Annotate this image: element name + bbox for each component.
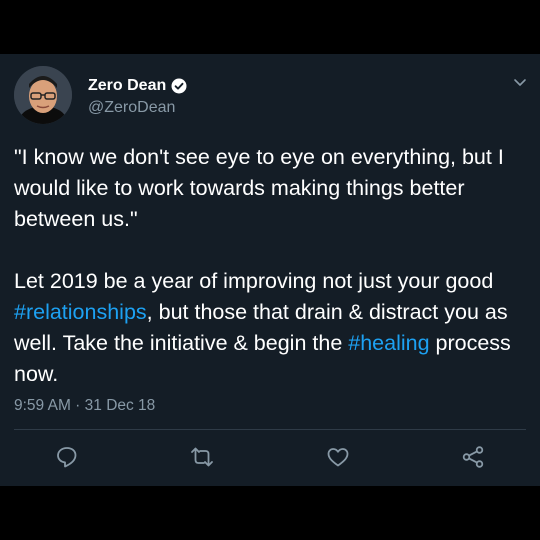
tweet-text-segment: Let 2019 be a year of improving not just…	[14, 269, 494, 293]
tweet-paragraph: Let 2019 be a year of improving not just…	[14, 266, 529, 390]
tweet-text-segment: "I know we don't see eye to eye on every…	[14, 145, 504, 231]
author-name-row[interactable]: Zero Dean	[88, 77, 187, 95]
hashtag-link[interactable]: #relationships	[14, 300, 147, 324]
verified-badge-icon	[171, 78, 187, 94]
author-name[interactable]: Zero Dean	[88, 77, 166, 95]
tweet-paragraph: "I know we don't see eye to eye on every…	[14, 142, 529, 235]
reply-icon[interactable]	[54, 444, 80, 470]
retweet-icon[interactable]	[189, 444, 215, 470]
avatar-image	[14, 66, 72, 124]
heart-icon[interactable]	[325, 444, 351, 470]
author-avatar[interactable]	[14, 66, 72, 124]
share-icon[interactable]	[460, 444, 486, 470]
divider	[14, 429, 526, 430]
author-handle[interactable]: @ZeroDean	[88, 99, 175, 117]
tweet-text: "I know we don't see eye to eye on every…	[14, 142, 529, 390]
hashtag-link[interactable]: #healing	[348, 331, 429, 355]
chevron-down-icon[interactable]	[512, 76, 528, 90]
tweet-timestamp[interactable]: 9:59 AM · 31 Dec 18	[14, 397, 155, 415]
